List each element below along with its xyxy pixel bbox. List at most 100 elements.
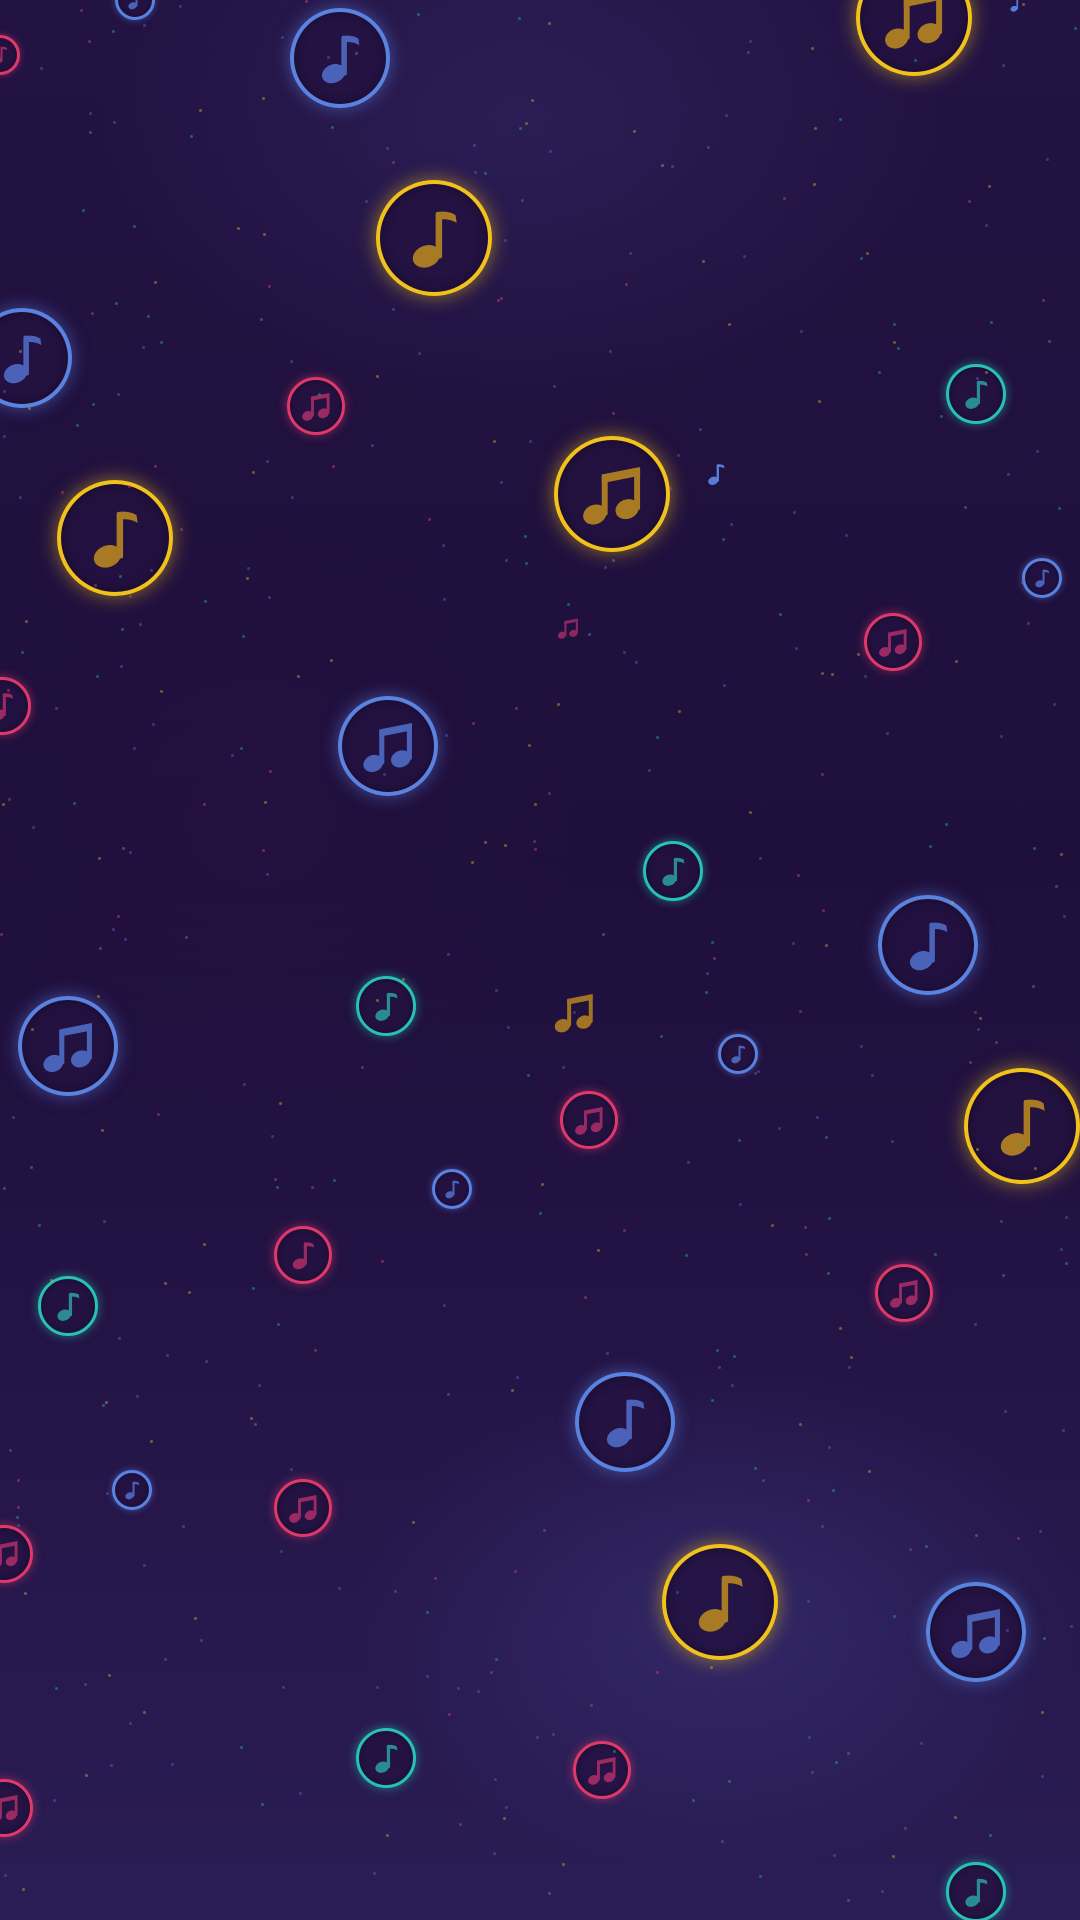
background-speck [584,1296,587,1299]
background-speck [539,1212,542,1215]
background-speck [847,1752,850,1755]
background-speck [821,773,824,776]
background-speck [143,24,146,27]
background-speck [445,734,448,737]
background-speck [269,770,272,773]
background-speck [139,623,142,626]
background-speck [152,723,155,726]
background-speck [371,444,374,447]
background-speck [805,1253,808,1256]
background-speck [521,199,524,202]
background-speck [814,127,817,130]
background-speck [985,224,988,227]
background-speck [154,281,157,284]
background-speck [721,1840,724,1843]
background-speck [85,1774,88,1777]
background-speck [722,538,725,541]
background-speck [988,185,991,188]
background-speck [330,659,333,662]
background-speck [828,1446,831,1449]
beamed-eighth-notes-icon [549,609,587,647]
background-speck [549,150,552,153]
background-speck [117,915,120,918]
background-speck [434,1577,437,1580]
background-speck [534,848,537,851]
background-speck [1021,581,1024,584]
background-speck [738,1139,741,1142]
background-speck [848,1366,851,1369]
background-speck [21,651,24,654]
background-speck [718,1366,721,1369]
background-speck [634,1468,637,1471]
music-note-bubble [376,180,492,296]
background-speck [376,375,379,378]
background-speck [1000,1220,1003,1223]
background-speck [977,1028,980,1031]
background-speck [472,722,475,725]
background-speck [99,947,102,950]
background-speck [338,1587,341,1590]
background-speck [199,109,202,112]
background-speck [190,135,193,138]
background-speck [459,1823,462,1826]
background-speck [365,200,368,203]
background-speck [945,823,948,826]
background-speck [386,147,389,150]
background-speck [811,47,814,50]
background-speck [243,1083,246,1086]
background-speck [656,736,659,739]
background-speck [1002,1274,1005,1277]
background-speck [1046,158,1049,161]
background-speck [1060,853,1063,856]
background-speck [282,1686,285,1689]
background-speck [19,350,22,353]
background-speck [333,1179,336,1182]
background-speck [82,209,85,212]
background-speck [246,577,249,580]
background-speck [710,1666,713,1669]
background-speck [1007,473,1010,476]
background-speck [629,252,632,255]
background-speck [1022,3,1025,6]
background-speck [531,99,534,102]
background-speck [832,1489,835,1492]
music-note-bubble [0,308,72,408]
background-speck [17,1479,20,1482]
background-speck [893,341,896,344]
background-speck [797,874,800,877]
background-speck [929,845,932,848]
background-speck [1055,885,1058,888]
background-speck [1017,1537,1020,1540]
background-speck [1058,507,1061,510]
background-speck [150,1440,153,1443]
background-speck [1060,1248,1063,1251]
background-speck [129,851,132,854]
background-speck [3,435,6,438]
background-speck [818,400,821,403]
background-speck [833,1854,836,1857]
background-speck [318,393,321,396]
background-speck [730,523,733,526]
background-speck [247,567,250,570]
background-speck [311,1186,314,1189]
background-speck [687,1161,690,1164]
background-speck [656,1671,659,1674]
eighth-note-icon [696,454,736,494]
background-speck [871,1074,874,1077]
background-speck [562,1066,565,1069]
background-speck [22,1888,25,1891]
background-speck [716,1349,719,1352]
background-speck [964,506,967,509]
background-speck [1074,27,1077,30]
background-speck [4,1874,7,1877]
background-speck [552,1733,555,1736]
music-note-bubble [432,1169,472,1209]
background-speck [231,754,234,757]
background-speck [495,989,498,992]
background-speck [779,613,782,616]
background-speck [762,1479,765,1482]
background-speck [951,901,954,904]
background-speck [711,1399,714,1402]
background-speck [160,341,163,344]
background-speck [97,995,100,998]
